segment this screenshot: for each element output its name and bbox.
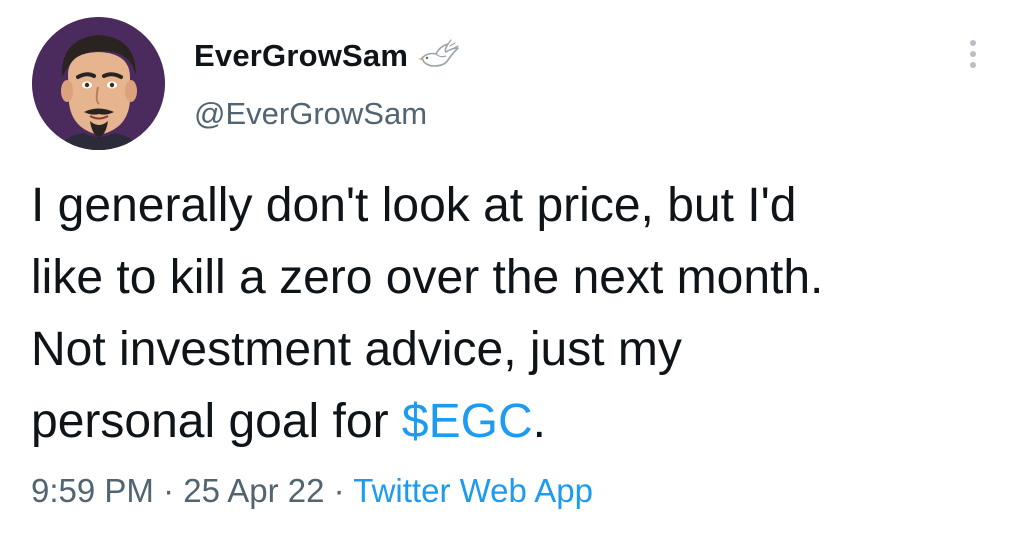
tweet-text: I generally don't look at price, but I'd… xyxy=(31,170,991,458)
tweet-text-segment: personal goal for xyxy=(31,395,402,448)
author-name-row: EverGrowSam xyxy=(194,36,460,76)
meta-separator: · xyxy=(324,472,354,509)
tweet-time[interactable]: 9:59 PM xyxy=(31,472,154,509)
avatar-illustration xyxy=(32,17,165,150)
display-name[interactable]: EverGrowSam xyxy=(194,38,408,74)
tweet-text-line: Not investment advice, just my xyxy=(31,323,682,376)
tweet-text-line: personal goal for $EGC. xyxy=(31,386,991,458)
tweet-text-line: like to kill a zero over the next month. xyxy=(31,251,824,304)
author-handle[interactable]: @EverGrowSam xyxy=(194,96,427,132)
tweet-text-segment: . xyxy=(532,395,546,448)
tweet-card: EverGrowSam @EverGrowSam I generally don… xyxy=(0,0,1024,540)
avatar[interactable] xyxy=(32,17,165,150)
cashtag-link[interactable]: $EGC xyxy=(402,395,533,448)
tweet-meta: 9:59 PM · 25 Apr 22 · Twitter Web App xyxy=(31,472,593,510)
more-options-icon[interactable] xyxy=(966,40,980,78)
tweet-date[interactable]: 25 Apr 22 xyxy=(183,472,324,509)
tweet-source-link[interactable]: Twitter Web App xyxy=(353,472,593,509)
meta-separator: · xyxy=(153,472,184,509)
tweet-text-line: I generally don't look at price, but I'd xyxy=(31,179,797,232)
dove-icon xyxy=(418,38,460,76)
